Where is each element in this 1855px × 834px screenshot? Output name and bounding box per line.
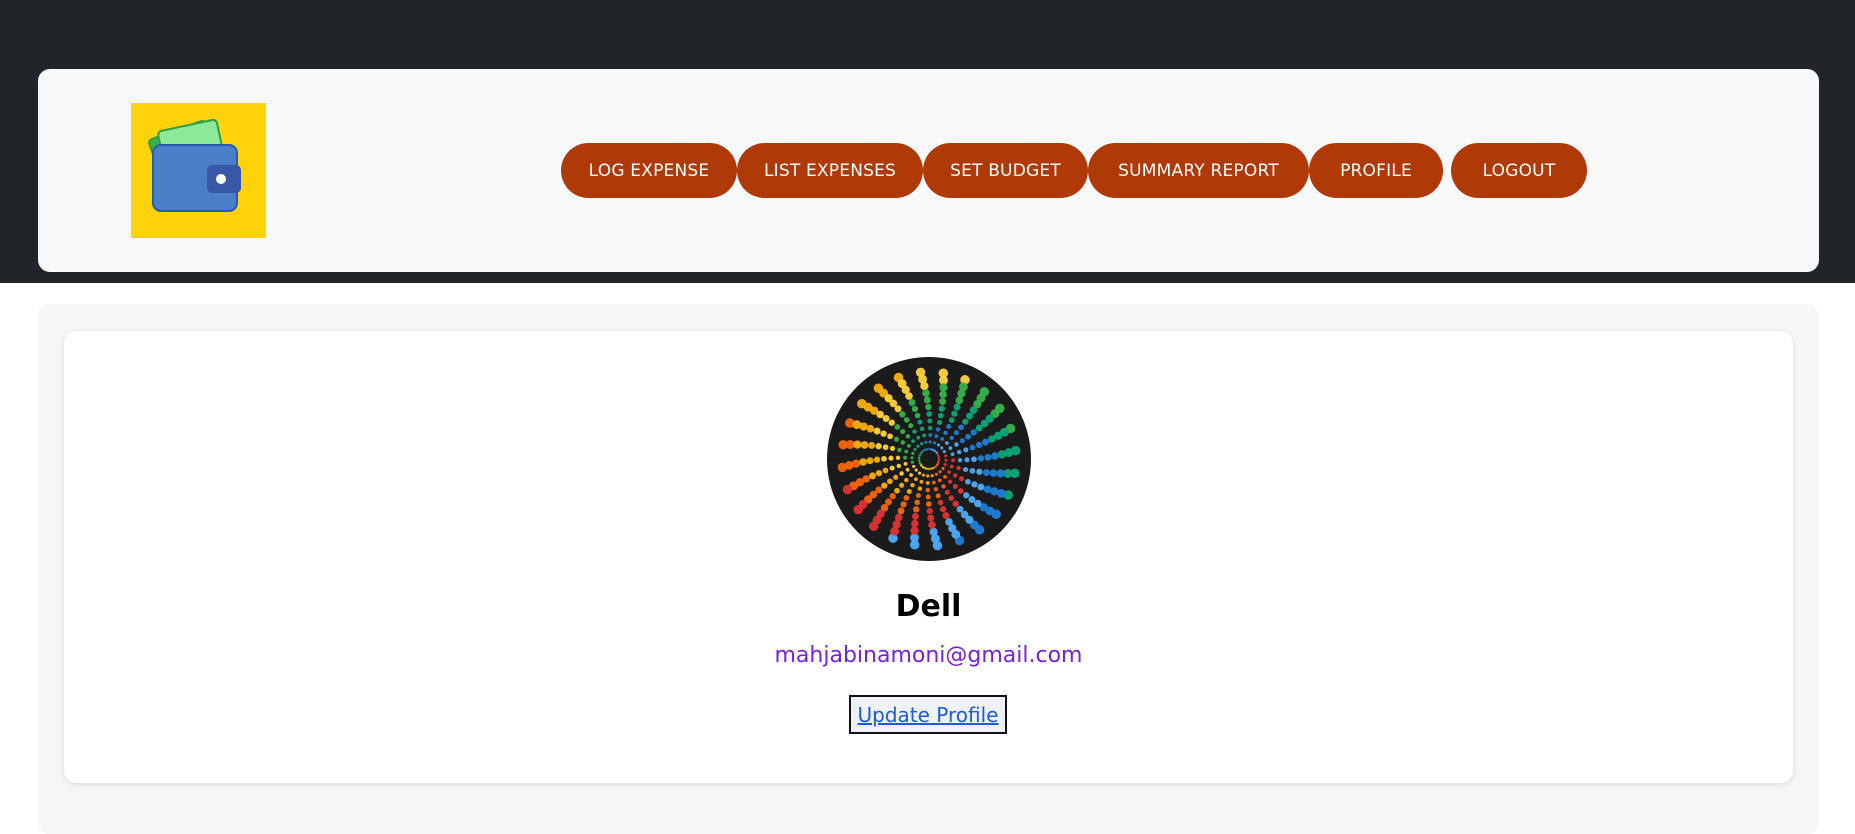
profile-card: Dell mahjabinamoni@gmail.com Update Prof… — [64, 331, 1793, 783]
main-content: Dell mahjabinamoni@gmail.com Update Prof… — [38, 304, 1819, 834]
navbar: LOG EXPENSE LIST EXPENSES SET BUDGET SUM… — [38, 69, 1819, 272]
wallet-icon[interactable] — [131, 103, 266, 238]
avatar — [827, 357, 1031, 561]
list-expenses-button[interactable]: LIST EXPENSES — [737, 143, 923, 198]
user-name: Dell — [895, 589, 962, 624]
log-expense-button[interactable]: LOG EXPENSE — [561, 143, 737, 198]
swirl-dots-avatar-icon — [837, 367, 1021, 551]
set-budget-button[interactable]: SET BUDGET — [923, 143, 1088, 198]
profile-button[interactable]: PROFILE — [1309, 143, 1443, 198]
logout-button[interactable]: LOGOUT — [1451, 143, 1587, 198]
user-email: mahjabinamoni@gmail.com — [774, 643, 1083, 668]
update-profile-button[interactable]: Update Profile — [849, 695, 1007, 734]
summary-report-button[interactable]: SUMMARY REPORT — [1088, 143, 1309, 198]
